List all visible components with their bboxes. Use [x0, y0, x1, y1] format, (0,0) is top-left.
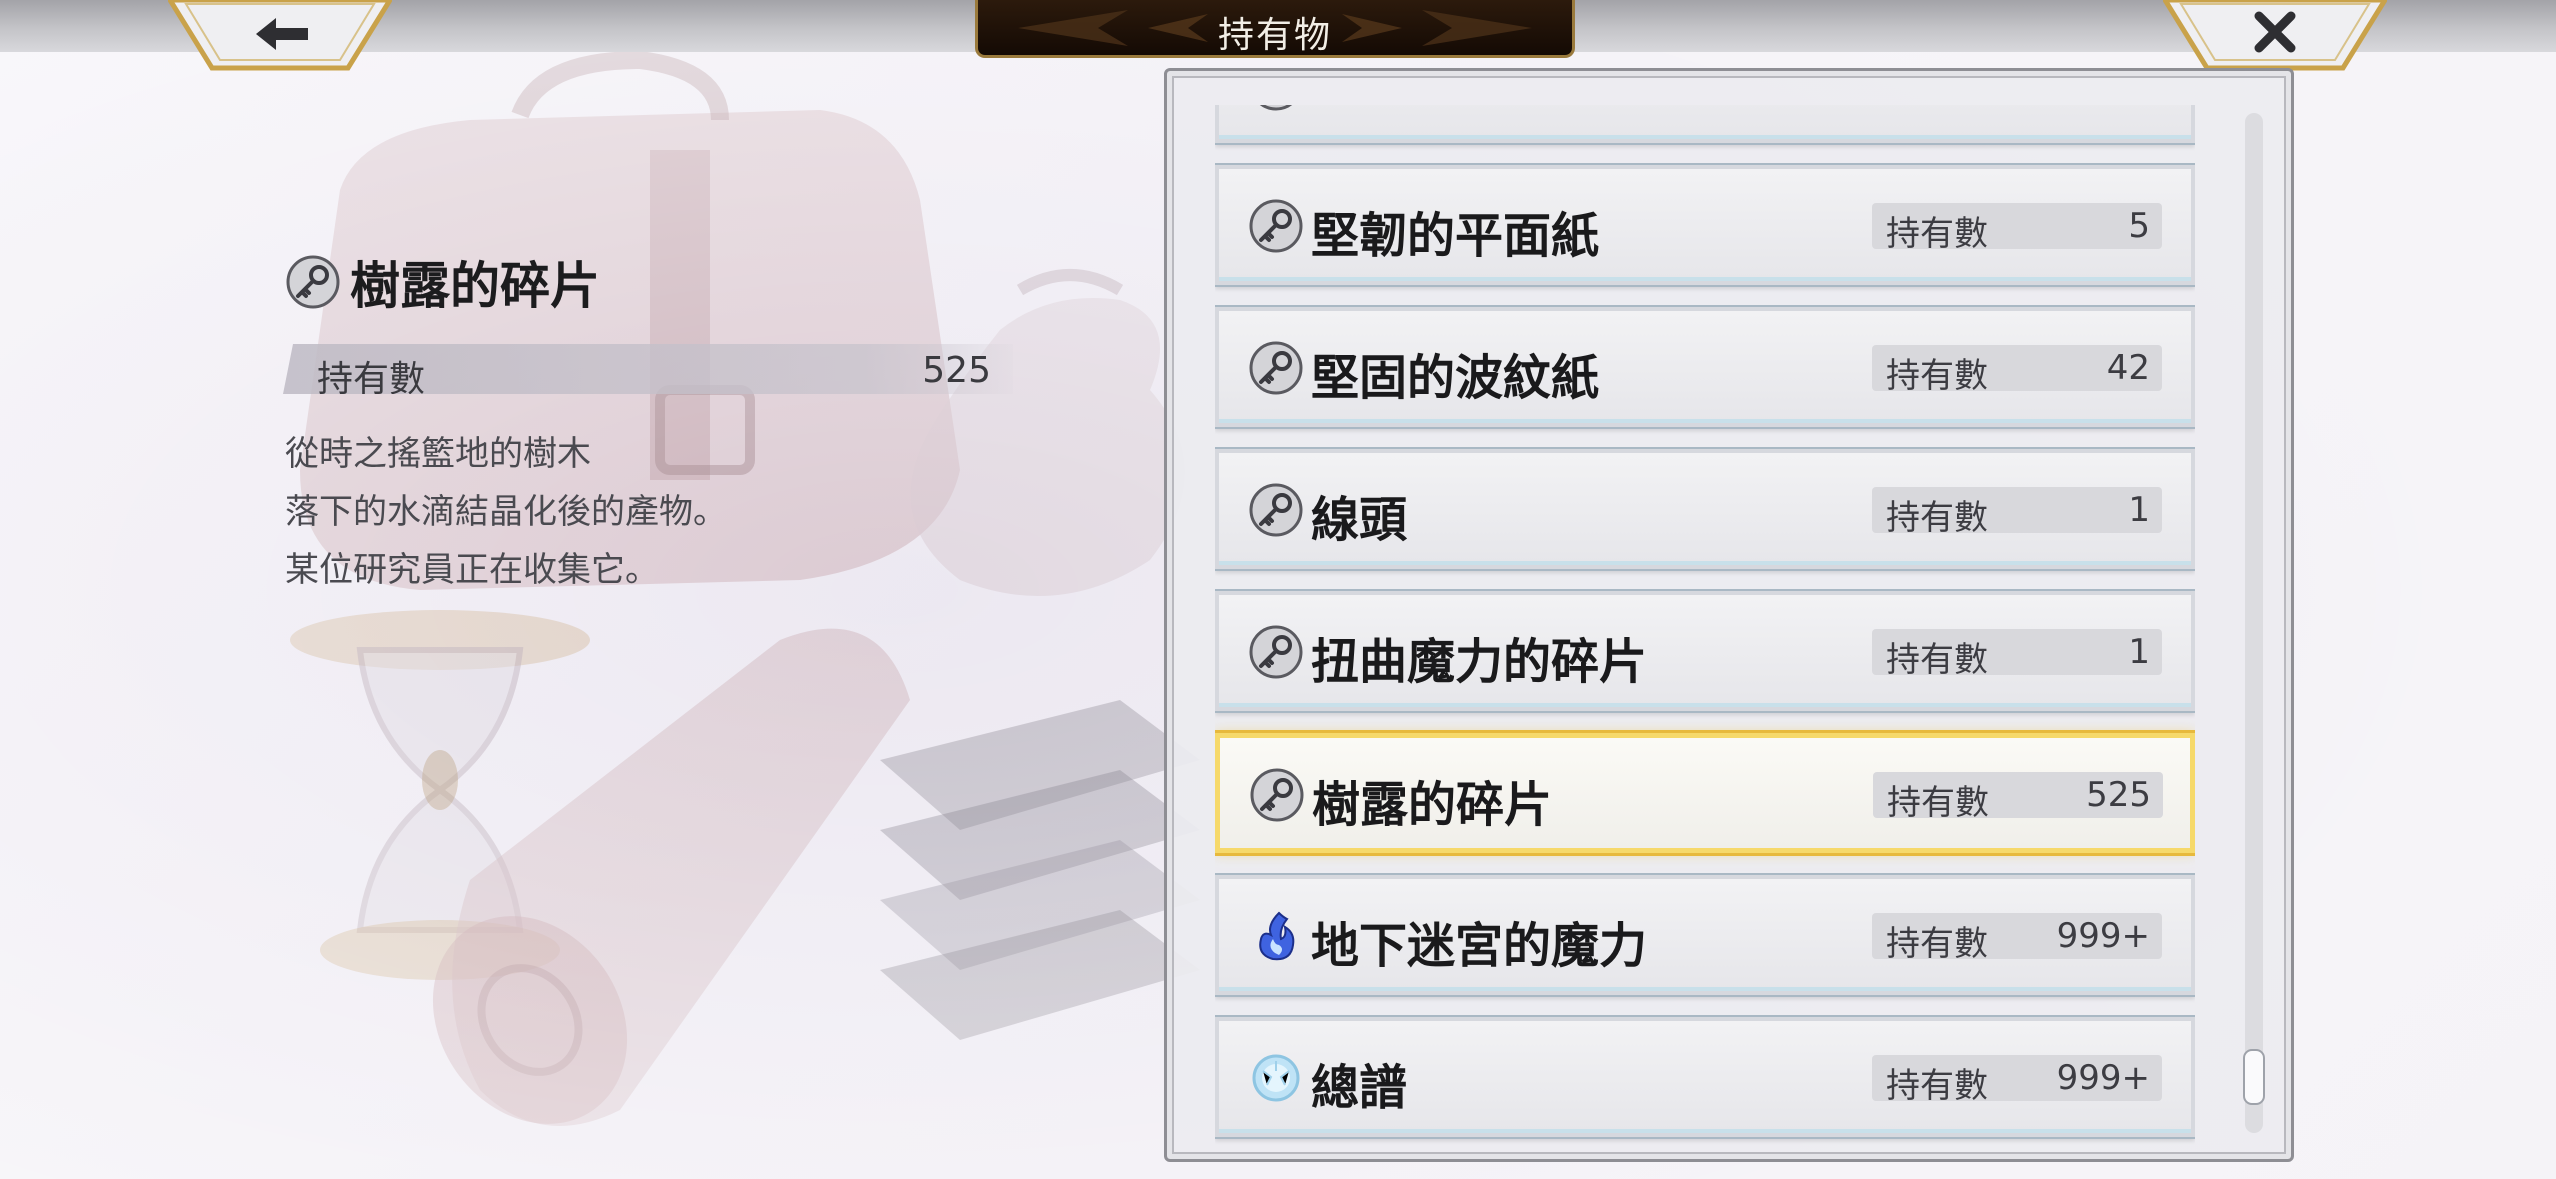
- blue-flame-icon: [1249, 909, 1303, 963]
- item-count-label: 持有數: [1886, 214, 1988, 254]
- list-scrollbar[interactable]: [2243, 113, 2265, 1133]
- item-count-label: 持有數: [1886, 498, 1988, 538]
- item-name: 地下迷宮的魔力: [1311, 918, 1648, 974]
- item-count-value: 42: [2106, 348, 2150, 388]
- item-count-label: 持有數: [1886, 1066, 1988, 1106]
- crystal-orb-icon: [1249, 1051, 1303, 1105]
- item-count-box: 持有數 1: [1872, 629, 2162, 680]
- item-count-value: 5: [2128, 206, 2150, 246]
- key-icon: [1249, 105, 1303, 111]
- item-list[interactable]: 堅韌的平面紙 持有數 5 堅固的波紋紙 持有數 42 線頭 持有數 1 扭曲魔力…: [1215, 105, 2195, 1159]
- close-button[interactable]: [2163, 0, 2387, 72]
- item-name: 堅固的波紋紙: [1311, 350, 1600, 406]
- item-name: 線頭: [1311, 492, 1408, 548]
- item-count-box: 持有數 5: [1872, 203, 2162, 254]
- detail-description: 從時之搖籃地的樹木 落下的水滴結晶化後的產物。 某位研究員正在收集它。: [285, 425, 985, 599]
- key-icon: [286, 255, 340, 309]
- detail-item-name: 樹露的碎片: [350, 256, 600, 315]
- item-name: 扭曲魔力的碎片: [1311, 634, 1648, 690]
- item-count-box: 持有數 42: [1872, 345, 2162, 396]
- key-icon: [1249, 199, 1303, 253]
- list-item[interactable]: 總譜 持有數 999+: [1215, 1017, 2195, 1137]
- list-item-selected[interactable]: 樹露的碎片 持有數 525: [1215, 733, 2195, 853]
- item-name: 總譜: [1311, 1060, 1408, 1116]
- item-name: 樹露的碎片: [1312, 777, 1553, 833]
- list-item[interactable]: 地下迷宮的魔力 持有數 999+: [1215, 875, 2195, 995]
- item-count-box: 持有數 999+: [1872, 913, 2162, 964]
- item-count-label: 持有數: [1886, 924, 1988, 964]
- item-list-panel: 堅韌的平面紙 持有數 5 堅固的波紋紙 持有數 42 線頭 持有數 1 扭曲魔力…: [1164, 68, 2294, 1162]
- key-icon: [1249, 483, 1303, 537]
- back-button[interactable]: [168, 0, 392, 72]
- item-count-label: 持有數: [1887, 783, 1989, 823]
- item-count-value: 999+: [2056, 1058, 2150, 1098]
- item-count-label: 持有數: [1886, 640, 1988, 680]
- description-line: 從時之搖籃地的樹木: [285, 434, 591, 474]
- list-item[interactable]: 堅韌的平面紙 持有數 5: [1215, 165, 2195, 285]
- list-item[interactable]: 扭曲魔力的碎片 持有數 1: [1215, 591, 2195, 711]
- key-icon: [1250, 768, 1304, 822]
- item-count-box: 持有數 525: [1873, 772, 2163, 823]
- detail-count-value: 525: [922, 350, 991, 391]
- list-item[interactable]: [1215, 105, 2195, 143]
- item-count-value: 999+: [2056, 916, 2150, 956]
- item-count-value: 525: [2086, 775, 2151, 815]
- item-count-value: 1: [2128, 632, 2150, 672]
- list-item[interactable]: 線頭 持有數 1: [1215, 449, 2195, 569]
- description-line: 落下的水滴結晶化後的產物。: [285, 492, 727, 532]
- description-line: 某位研究員正在收集它。: [285, 550, 659, 590]
- detail-count-bar: 持有數 525: [283, 344, 1013, 394]
- item-count-label: 持有數: [1886, 356, 1988, 396]
- item-count-value: 1: [2128, 490, 2150, 530]
- list-item[interactable]: 堅固的波紋紙 持有數 42: [1215, 307, 2195, 427]
- scrollbar-thumb[interactable]: [2243, 1049, 2265, 1105]
- page-title: 持有物: [1217, 15, 1332, 56]
- item-count-box: 持有數 999+: [1872, 1055, 2162, 1106]
- screen-title-plate: 持有物: [975, 0, 1575, 58]
- item-name: 堅韌的平面紙: [1311, 208, 1600, 264]
- item-count-box: 持有數 1: [1872, 487, 2162, 538]
- key-icon: [1249, 625, 1303, 679]
- detail-header: 樹露的碎片: [286, 248, 600, 316]
- key-icon: [1249, 341, 1303, 395]
